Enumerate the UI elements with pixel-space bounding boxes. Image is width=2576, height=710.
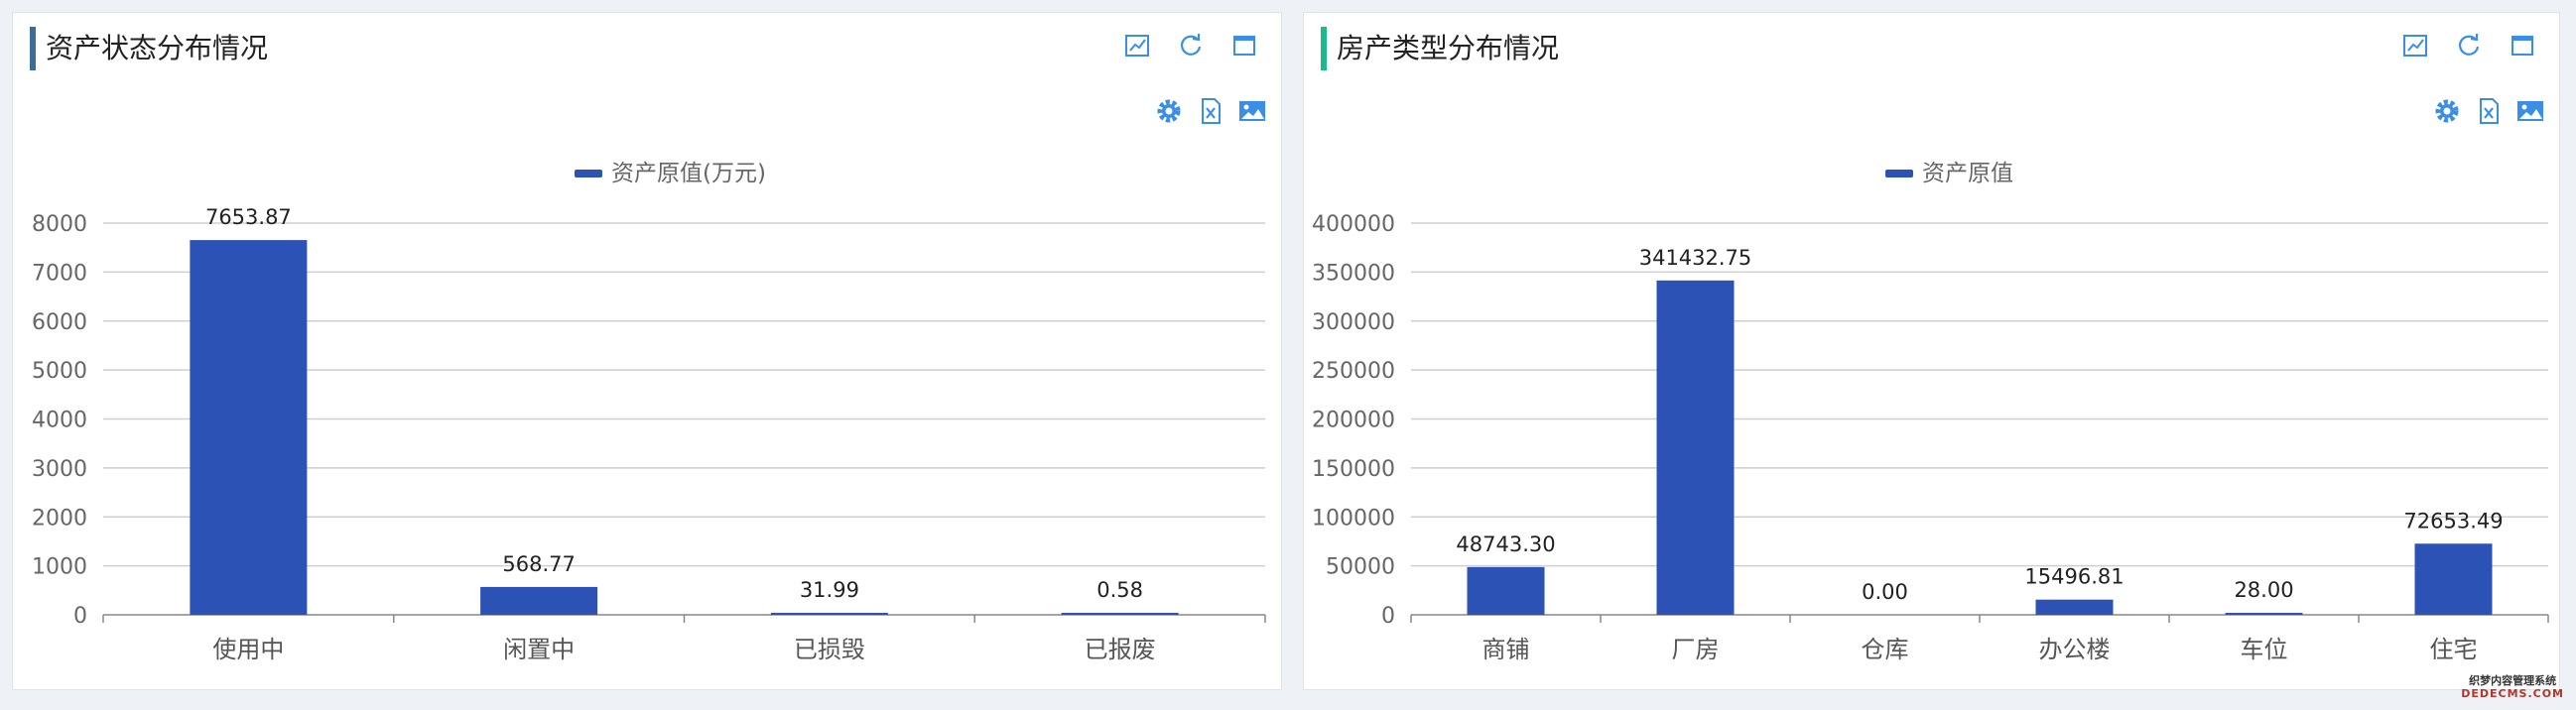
legend: 资产原值(万元) (575, 161, 766, 186)
y-tick-label: 150000 (1312, 457, 1395, 482)
y-tick-label: 6000 (32, 310, 87, 335)
y-tick-label: 100000 (1312, 506, 1395, 531)
watermark: 织梦内容管理系统 DEDECMS.COM (2461, 674, 2564, 700)
x-tick-label: 商铺 (1482, 636, 1530, 663)
legend-label: 资产原值(万元) (611, 161, 766, 186)
y-tick-label: 300000 (1312, 310, 1395, 335)
bar (770, 613, 888, 615)
data-label: 48743.30 (1456, 532, 1555, 556)
asset-status-panel: 资产状态分布情况 资产原值(万元) 0 1000 2000 3000 4000 5000 60… (12, 12, 1282, 690)
data-label: 7653.87 (205, 205, 292, 229)
y-tick-label: 2000 (32, 506, 87, 531)
legend-swatch (575, 170, 602, 178)
legend: 资产原值 (1885, 161, 2013, 186)
bar-chart: 资产原值 0 50000 100000 150000 200000 250000 300000… (1312, 161, 2549, 663)
watermark-line2: DEDECMS.COM (2461, 687, 2564, 700)
x-tick-label: 已损毁 (794, 636, 865, 663)
y-tick-label: 8000 (32, 212, 87, 237)
bar (2225, 613, 2303, 615)
y-tick-label: 1000 (32, 555, 87, 580)
bar (2414, 543, 2493, 615)
watermark-line1: 织梦内容管理系统 (2469, 674, 2557, 687)
bar (190, 240, 308, 616)
y-tick-label: 4000 (32, 409, 87, 433)
x-tick-label: 办公楼 (2039, 636, 2111, 663)
legend-swatch (1885, 170, 1913, 178)
x-tick-label: 使用中 (212, 636, 284, 663)
data-label: 72653.49 (2403, 509, 2503, 532)
property-type-panel: 房产类型分布情况 资产原值 0 50000 100000 150000 200000 250… (1303, 12, 2560, 690)
y-tick-label: 250000 (1312, 359, 1395, 384)
x-tick-label: 住宅 (2430, 636, 2478, 663)
bar (1061, 613, 1179, 615)
bar (2035, 599, 2114, 615)
legend-label: 资产原值 (1922, 161, 2013, 186)
y-tick-label: 5000 (32, 359, 87, 384)
y-tick-label: 200000 (1312, 409, 1395, 433)
x-tick-label: 已报废 (1085, 636, 1156, 663)
bar (480, 586, 598, 615)
x-tick-label: 闲置中 (503, 636, 575, 663)
bar (1467, 566, 1545, 615)
y-tick-label: 0 (1381, 604, 1395, 629)
data-label: 0.00 (1862, 580, 1908, 604)
y-tick-label: 3000 (32, 457, 87, 482)
y-tick-label: 0 (73, 604, 87, 629)
bar-chart: 资产原值(万元) 0 1000 2000 3000 4000 5000 6000 7000 800… (32, 161, 1266, 663)
y-tick-label: 350000 (1312, 261, 1395, 286)
data-label: 568.77 (502, 552, 575, 576)
data-label: 31.99 (800, 578, 859, 602)
y-tick-label: 50000 (1326, 555, 1395, 580)
data-label: 0.58 (1096, 578, 1143, 602)
bar (1656, 280, 1735, 615)
x-tick-label: 车位 (2241, 636, 2288, 663)
y-tick-label: 400000 (1312, 212, 1395, 237)
y-tick-label: 7000 (32, 261, 87, 286)
data-label: 15496.81 (2024, 565, 2124, 589)
data-label: 28.00 (2234, 578, 2293, 602)
x-tick-label: 仓库 (1862, 636, 1909, 663)
x-tick-label: 厂房 (1672, 636, 1720, 663)
data-label: 341432.75 (1639, 246, 1752, 270)
